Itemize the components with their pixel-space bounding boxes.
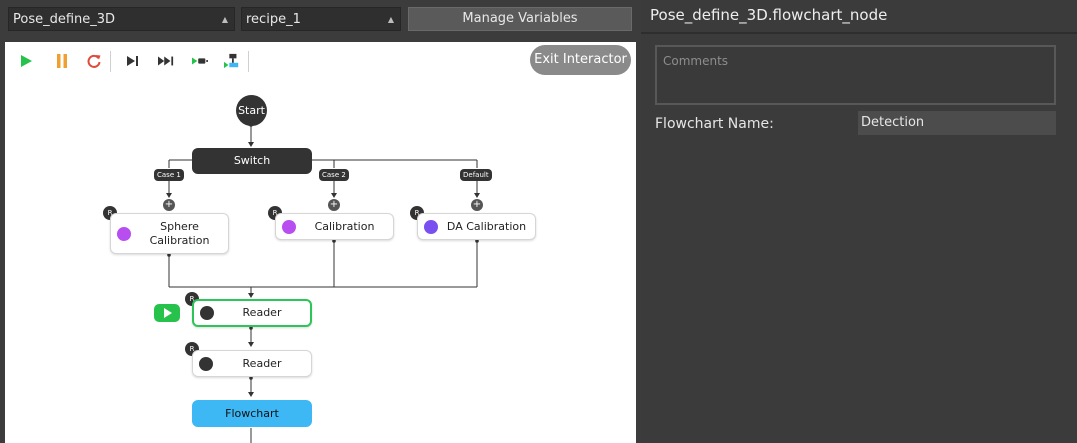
case-tag: Case 1 <box>154 169 184 181</box>
flow-select[interactable]: Pose_define_3D ▲ <box>8 7 235 31</box>
flowchart-canvas[interactable]: Exit Interactor Start Switch Case 1 Case… <box>5 42 636 443</box>
node-label: Sphere Calibration <box>149 219 210 247</box>
panel-title: Pose_define_3D.flowchart_node <box>650 6 888 24</box>
da-calibration-node[interactable]: DA Calibration <box>417 213 536 240</box>
select-arrows-icon: ▲ <box>221 15 228 24</box>
flow-connectors <box>166 123 480 443</box>
comments-field[interactable]: Comments <box>655 45 1056 105</box>
reader-node-active[interactable]: Reader <box>192 299 312 327</box>
reader-icon <box>199 357 213 371</box>
recipe-select-value: recipe_1 <box>246 12 301 27</box>
reader-node[interactable]: Reader <box>192 350 312 377</box>
comments-placeholder: Comments <box>663 54 729 68</box>
panel-divider <box>641 32 1077 34</box>
flowchart-name-label: Flowchart Name: <box>655 116 774 132</box>
flowchart-node[interactable]: Flowchart <box>192 400 312 427</box>
node-label: Reader <box>242 306 282 319</box>
manage-variables-button[interactable]: Manage Variables <box>408 7 632 31</box>
node-label: DA Calibration <box>446 219 527 233</box>
properties-panel: Pose_define_3D.flowchart_node Comments F… <box>641 0 1077 443</box>
reader-icon <box>200 306 214 320</box>
add-node-button[interactable]: + <box>163 199 175 211</box>
node-label: Reader <box>242 356 282 370</box>
add-node-button[interactable]: + <box>471 199 483 211</box>
start-node[interactable]: Start <box>236 95 267 126</box>
case-tag: Case 2 <box>319 169 349 181</box>
current-node-play-icon <box>154 304 180 322</box>
target-icon <box>117 227 131 241</box>
recipe-select[interactable]: recipe_1 ▲ <box>241 7 401 31</box>
add-node-button[interactable]: + <box>328 199 340 211</box>
start-label: Start <box>238 104 265 117</box>
node-label: Calibration <box>314 219 375 233</box>
sphere-calibration-node[interactable]: Sphere Calibration <box>110 213 229 254</box>
calibration-node[interactable]: Calibration <box>275 213 394 240</box>
case-tag: Default <box>460 169 492 181</box>
target-icon <box>282 220 296 234</box>
switch-label: Switch <box>233 154 271 167</box>
node-label: Flowchart <box>225 407 279 420</box>
switch-node[interactable]: Switch <box>192 148 312 174</box>
flowchart-name-input[interactable]: Detection <box>858 111 1056 135</box>
flow-select-value: Pose_define_3D <box>13 12 116 27</box>
select-arrows-icon: ▲ <box>387 15 394 24</box>
code-icon <box>424 220 438 234</box>
